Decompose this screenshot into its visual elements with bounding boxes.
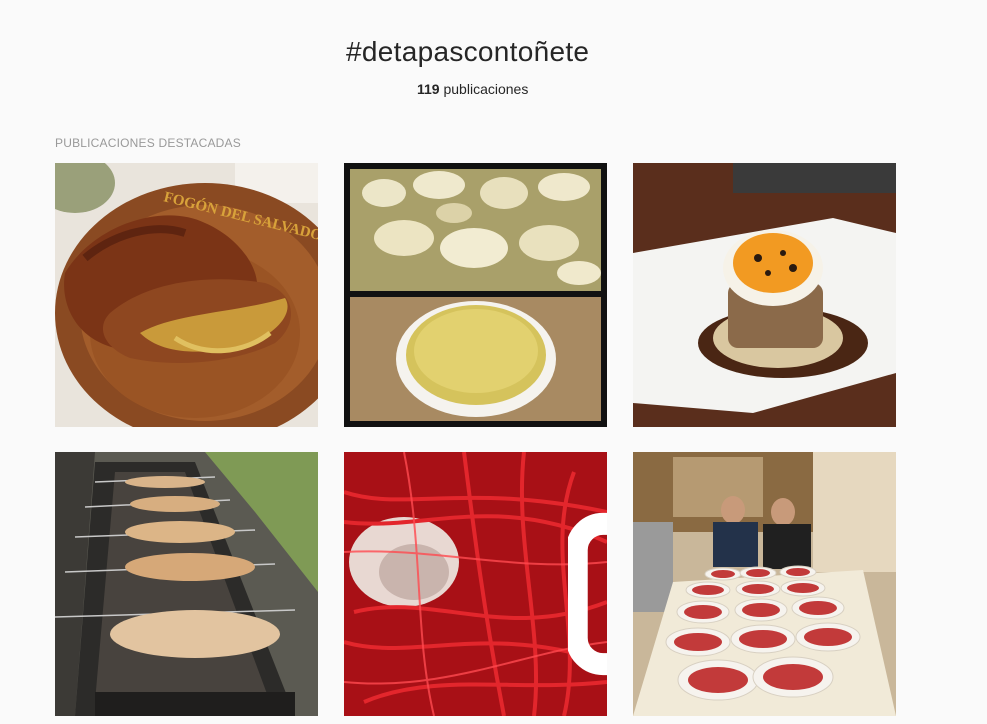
post-count: 119 publicaciones [417, 81, 528, 97]
post-omelette-tile[interactable] [344, 163, 607, 427]
hashtag-header: #detapascontoñete 119 publicaciones [0, 0, 950, 110]
post-roast-pig-tile[interactable]: FOGÓN DEL SALVADOR [55, 163, 318, 427]
featured-section-label: PUBLICACIONES DESTACADAS [55, 136, 241, 150]
post-licorice-video-tile[interactable] [344, 452, 607, 716]
lamb-roast-photo [55, 452, 318, 716]
omelette-collage-photo [344, 163, 607, 427]
post-lamb-roast-tile[interactable] [55, 452, 318, 716]
post-count-label: publicaciones [443, 81, 529, 97]
jamon-table-photo [633, 452, 896, 716]
post-count-number: 119 [417, 81, 440, 97]
post-jamon-table-tile[interactable] [633, 452, 896, 716]
egg-dish-photo [633, 163, 896, 427]
roast-pig-photo: FOGÓN DEL SALVADOR [55, 163, 318, 427]
video-camera-icon [568, 462, 607, 676]
post-egg-dish-tile[interactable] [633, 163, 896, 427]
hashtag-title: #detapascontoñete [346, 36, 590, 67]
